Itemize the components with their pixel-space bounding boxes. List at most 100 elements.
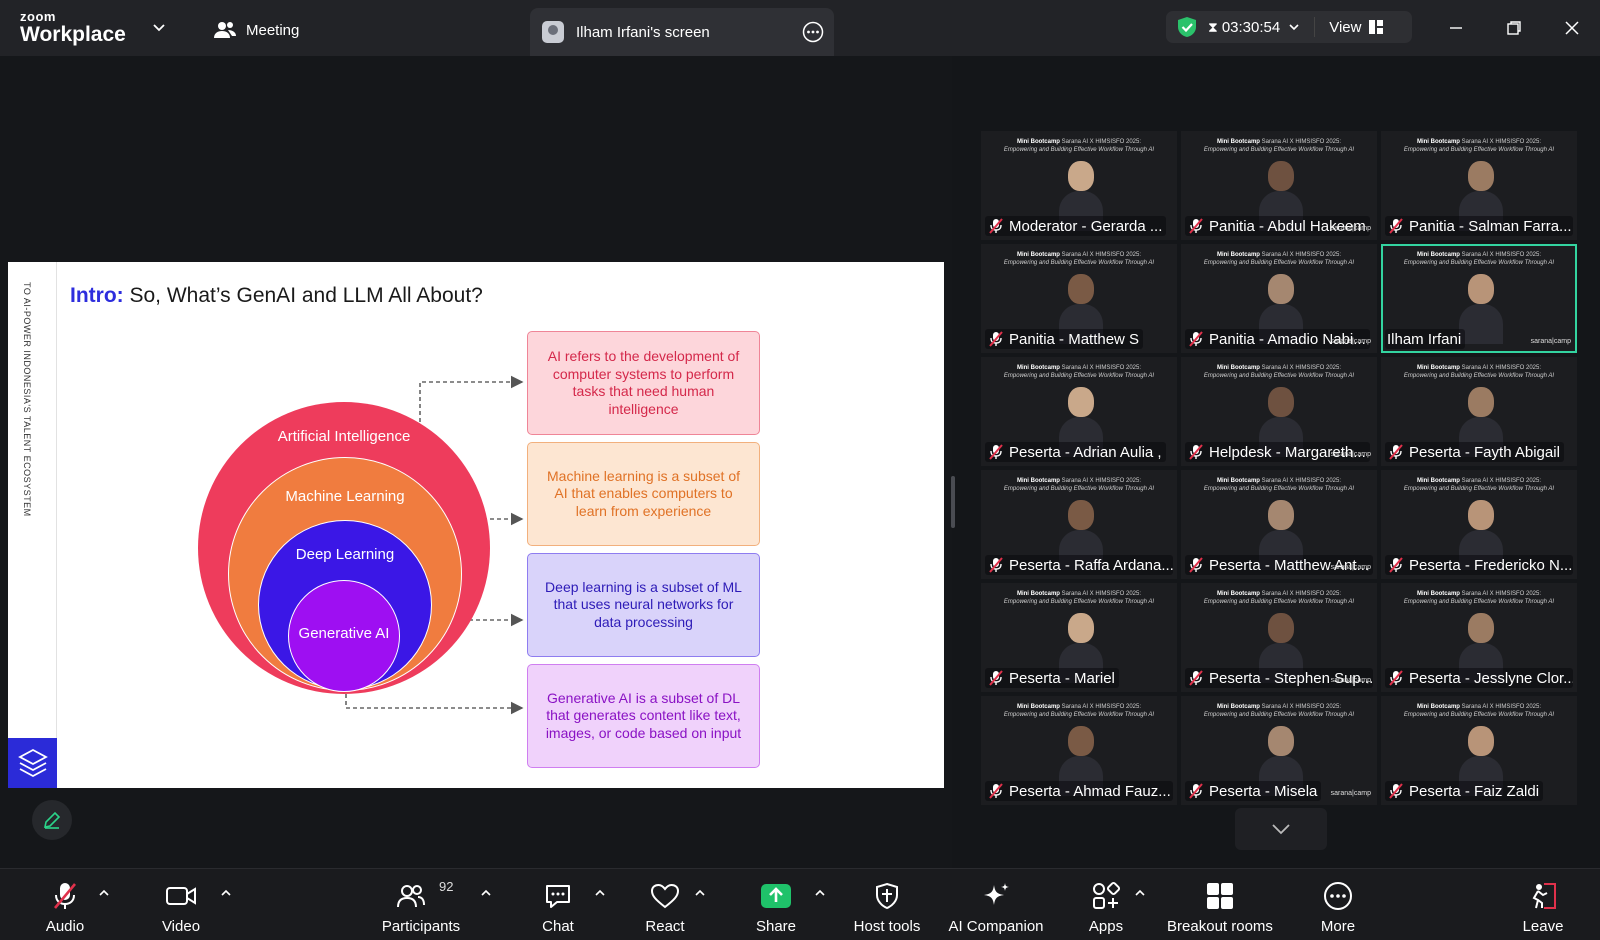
tile-header: Mini Bootcamp Sarana AI X HIMSISFO 2025:… — [981, 591, 1177, 607]
react-label: React — [645, 918, 685, 935]
participant-tile[interactable]: Mini Bootcamp Sarana AI X HIMSISFO 2025:… — [981, 244, 1177, 353]
tile-header-sub: Empowering and Building Effective Workfl… — [1003, 711, 1155, 718]
audio-button[interactable]: Audio — [40, 875, 90, 937]
participant-video — [1259, 500, 1303, 570]
muted-mic-icon — [989, 331, 1003, 347]
video-options-caret-icon[interactable] — [220, 887, 232, 899]
screen-tab-title: Ilham Irfani's screen — [576, 23, 710, 41]
restore-button[interactable] — [1500, 14, 1528, 42]
participant-name: Peserta - Adrian Aulia , — [1009, 443, 1162, 461]
tile-header-rest: Sarana AI X HIMSISFO 2025: — [1261, 365, 1342, 371]
participant-video — [1459, 726, 1503, 796]
participant-name-tag: Moderator - Gerarda ... — [985, 216, 1167, 236]
tile-header-rest: Sarana AI X HIMSISFO 2025: — [1061, 139, 1142, 145]
participant-tile[interactable]: Mini Bootcamp Sarana AI X HIMSISFO 2025:… — [981, 470, 1177, 579]
muted-mic-icon — [1189, 670, 1203, 686]
apps-options-caret-icon[interactable] — [1134, 887, 1146, 899]
participant-tile[interactable]: Mini Bootcamp Sarana AI X HIMSISFO 2025:… — [1181, 696, 1377, 805]
shared-screen-tab[interactable]: Ilham Irfani's screen — [530, 8, 834, 56]
participant-name: Peserta - Fayth Abigail — [1409, 443, 1560, 461]
tile-header-rest: Sarana AI X HIMSISFO 2025: — [1461, 139, 1542, 145]
ai-companion-button[interactable]: AI Companion — [946, 875, 1046, 937]
share-options-caret-icon[interactable] — [814, 887, 826, 899]
react-button[interactable]: React — [644, 875, 686, 937]
tile-header: Mini Bootcamp Sarana AI X HIMSISFO 2025:… — [1181, 591, 1377, 607]
tile-header-bold: Mini Bootcamp — [1416, 704, 1460, 710]
pencil-icon — [43, 811, 61, 829]
tile-header-rest: Sarana AI X HIMSISFO 2025: — [1061, 365, 1142, 371]
participant-tile[interactable]: Mini Bootcamp Sarana AI X HIMSISFO 2025:… — [1181, 583, 1377, 692]
timer-chevron-icon[interactable] — [1288, 21, 1300, 33]
video-button[interactable]: Video — [156, 875, 206, 937]
meeting-button[interactable]: Meeting — [214, 18, 299, 42]
participant-tile[interactable]: Mini Bootcamp Sarana AI X HIMSISFO 2025:… — [1381, 583, 1577, 692]
minimize-button[interactable] — [1442, 14, 1470, 42]
tile-header-rest: Sarana AI X HIMSISFO 2025: — [1061, 478, 1142, 484]
tile-header-bold: Mini Bootcamp — [1016, 704, 1060, 710]
chat-options-caret-icon[interactable] — [594, 887, 606, 899]
participant-tile[interactable]: Mini Bootcamp Sarana AI X HIMSISFO 2025:… — [1181, 470, 1377, 579]
participant-video — [1459, 387, 1503, 457]
security-shield-icon[interactable] — [1176, 16, 1198, 38]
apps-button[interactable]: Apps — [1086, 875, 1126, 937]
desc-box-ml: Machine learning is a subset of AI that … — [527, 442, 760, 546]
tile-header-sub: Empowering and Building Effective Workfl… — [1403, 259, 1555, 266]
tile-header-sub: Empowering and Building Effective Workfl… — [1403, 485, 1555, 492]
meeting-timer: 03:30:54 — [1221, 18, 1281, 36]
participants-options-caret-icon[interactable] — [480, 887, 492, 899]
participant-video — [1059, 726, 1103, 796]
desc-box-dl: Deep learning is a subset of ML that use… — [527, 553, 760, 657]
tile-header-sub: Empowering and Building Effective Workfl… — [1203, 485, 1355, 492]
tile-header-rest: Sarana AI X HIMSISFO 2025: — [1261, 139, 1342, 145]
tile-header-bold: Mini Bootcamp — [1016, 478, 1060, 484]
participant-tile[interactable]: Mini Bootcamp Sarana AI X HIMSISFO 2025:… — [1381, 131, 1577, 240]
participant-tile[interactable]: Mini Bootcamp Sarana AI X HIMSISFO 2025:… — [1381, 470, 1577, 579]
participant-video — [1059, 274, 1103, 344]
participant-tile[interactable]: Mini Bootcamp Sarana AI X HIMSISFO 2025:… — [981, 583, 1177, 692]
participant-tile[interactable]: Mini Bootcamp Sarana AI X HIMSISFO 2025:… — [1381, 244, 1577, 353]
participant-tile[interactable]: Mini Bootcamp Sarana AI X HIMSISFO 2025:… — [1381, 357, 1577, 466]
close-button[interactable] — [1558, 14, 1586, 42]
tile-header-sub: Empowering and Building Effective Workfl… — [1203, 146, 1355, 153]
participant-name-tag: Peserta - Jesslyne Clor... — [1385, 668, 1573, 688]
hourglass-icon: ⧗ — [1208, 18, 1218, 35]
participant-tile[interactable]: Mini Bootcamp Sarana AI X HIMSISFO 2025:… — [1181, 131, 1377, 240]
tile-watermark: sarana|camp — [1330, 225, 1371, 232]
leave-button[interactable]: Leave — [1522, 875, 1564, 937]
tile-watermark: sarana|camp — [1330, 338, 1371, 345]
grid-view-icon[interactable] — [1369, 20, 1384, 34]
participant-count: 92 — [439, 879, 454, 894]
presenter-avatar — [542, 21, 564, 43]
participant-tile[interactable]: Mini Bootcamp Sarana AI X HIMSISFO 2025:… — [1181, 357, 1377, 466]
react-options-caret-icon[interactable] — [694, 887, 706, 899]
share-button[interactable]: Share — [754, 875, 798, 937]
panel-resize-handle[interactable] — [951, 476, 955, 528]
restore-icon — [1507, 21, 1521, 35]
audio-options-caret-icon[interactable] — [98, 887, 110, 899]
participant-tile[interactable]: Mini Bootcamp Sarana AI X HIMSISFO 2025:… — [1381, 696, 1577, 805]
participant-tile[interactable]: Mini Bootcamp Sarana AI X HIMSISFO 2025:… — [981, 357, 1177, 466]
chevron-down-icon[interactable] — [152, 20, 166, 34]
tile-watermark: sarana|camp — [1330, 564, 1371, 571]
gallery-next-page-button[interactable] — [1235, 808, 1327, 850]
annotate-button[interactable] — [32, 800, 72, 840]
muted-mic-icon — [1189, 783, 1203, 799]
more-options-icon[interactable] — [802, 21, 824, 43]
shared-screen-area: TO AI-POWER INDONESIA'S TALENT ECOSYSTEM… — [0, 56, 952, 868]
chevron-down-icon — [1272, 824, 1290, 835]
more-button[interactable]: More — [1318, 875, 1358, 937]
participant-name: Peserta - Raffa Ardana... — [1009, 556, 1173, 574]
participant-tile[interactable]: Mini Bootcamp Sarana AI X HIMSISFO 2025:… — [981, 696, 1177, 805]
participant-video — [1059, 161, 1103, 231]
logo-workplace-text: Workplace — [20, 23, 126, 46]
more-dots-icon — [1322, 880, 1354, 912]
view-button[interactable]: View — [1329, 19, 1361, 36]
breakout-rooms-button[interactable]: Breakout rooms — [1164, 875, 1276, 937]
participants-icon — [395, 880, 427, 912]
chat-button[interactable]: Chat — [540, 875, 576, 937]
host-tools-button[interactable]: Host tools — [850, 875, 924, 937]
tile-header-rest: Sarana AI X HIMSISFO 2025: — [1261, 591, 1342, 597]
participant-tile[interactable]: Mini Bootcamp Sarana AI X HIMSISFO 2025:… — [1181, 244, 1377, 353]
tile-header-rest: Sarana AI X HIMSISFO 2025: — [1461, 365, 1542, 371]
participant-tile[interactable]: Mini Bootcamp Sarana AI X HIMSISFO 2025:… — [981, 131, 1177, 240]
